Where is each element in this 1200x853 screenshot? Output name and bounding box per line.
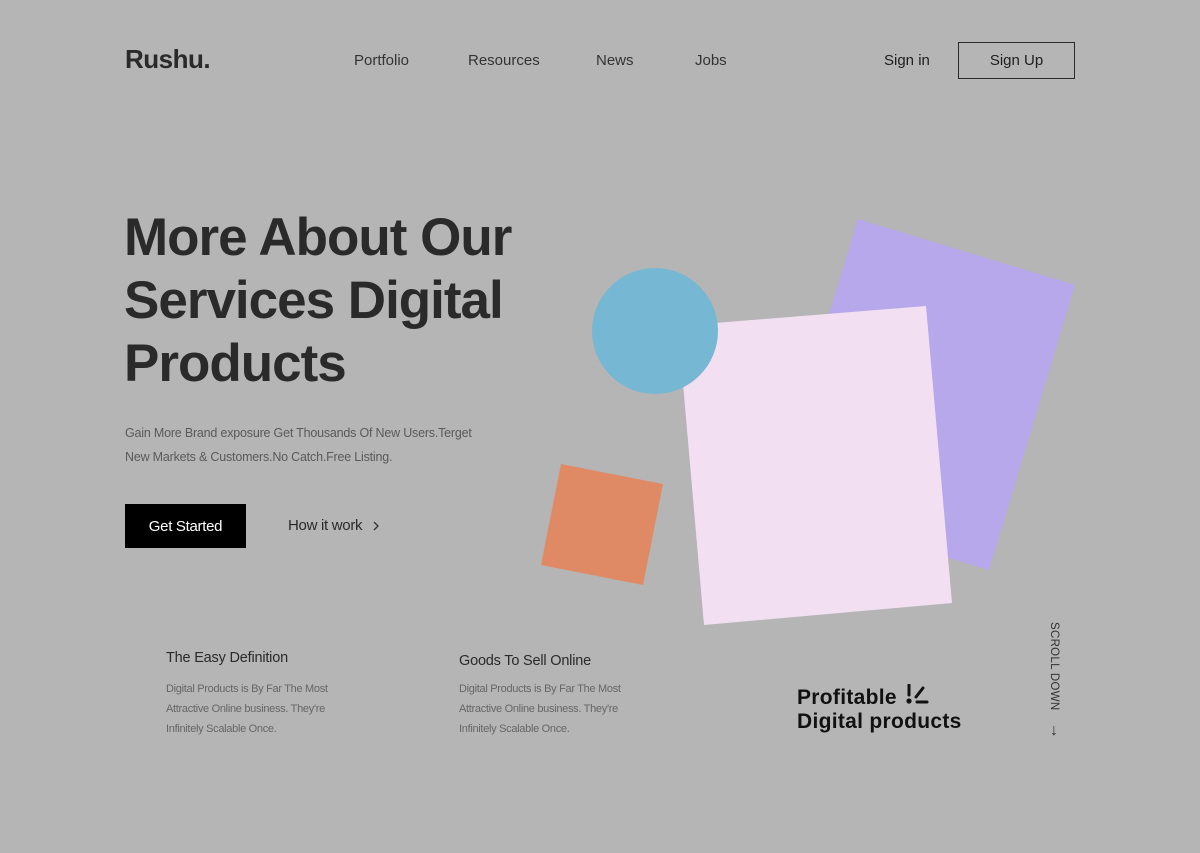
sign-in-link[interactable]: Sign in xyxy=(884,52,930,69)
how-it-works-label: How it work xyxy=(288,517,363,534)
nav-link-news[interactable]: News xyxy=(596,52,634,69)
feature-text-line: Digital Products is By Far The Most xyxy=(459,683,621,695)
feature-text-line: Infinitely Scalable Once. xyxy=(166,723,277,735)
feature-text: Digital Products is By Far The Most Attr… xyxy=(166,679,366,739)
orange-square-shape xyxy=(541,464,663,585)
sign-up-button[interactable]: Sign Up xyxy=(958,42,1075,79)
feature-goods-to-sell: Goods To Sell Online Digital Products is… xyxy=(459,653,659,739)
promo-line-text: Profitable xyxy=(797,686,897,709)
how-it-works-link[interactable]: How it work xyxy=(288,517,380,534)
feature-text-line: Infinitely Scalable Once. xyxy=(459,723,570,735)
hero-title: More About Our Services Digital Products xyxy=(124,206,564,395)
hero-title-line: More About Our xyxy=(124,208,512,267)
blue-circle-shape xyxy=(592,268,718,394)
feature-easy-definition: The Easy Definition Digital Products is … xyxy=(166,650,366,739)
nav-link-jobs[interactable]: Jobs xyxy=(695,52,727,69)
hero-description-line: Gain More Brand exposure Get Thousands O… xyxy=(125,426,472,440)
hero-title-line: Products xyxy=(124,334,347,393)
scroll-down-label[interactable]: SCROLL DOWN xyxy=(1048,622,1060,711)
feature-title: Goods To Sell Online xyxy=(459,653,591,669)
logo[interactable]: Rushu. xyxy=(125,44,211,75)
get-started-button[interactable]: Get Started xyxy=(125,504,246,548)
feature-text-line: Digital Products is By Far The Most xyxy=(166,683,328,695)
feature-text-line: Attractive Online business. They're xyxy=(459,703,618,715)
promo-line-1: Profitable xyxy=(797,684,962,710)
profitable-digital-products: Profitable Digital products xyxy=(797,684,962,734)
hero-description-line: New Markets & Customers.No Catch.Free Li… xyxy=(125,450,393,464)
hero-title-line: Services Digital xyxy=(124,271,504,330)
nav-link-resources[interactable]: Resources xyxy=(468,52,540,69)
feature-title: The Easy Definition xyxy=(166,650,288,666)
chevron-right-icon xyxy=(373,521,380,530)
hero-description: Gain More Brand exposure Get Thousands O… xyxy=(125,421,505,469)
arrow-down-icon[interactable]: ↓ xyxy=(1050,722,1058,740)
promo-line-2: Digital products xyxy=(797,710,962,733)
nav-link-portfolio[interactable]: Portfolio xyxy=(354,52,409,69)
sparkle-icon xyxy=(906,684,929,704)
pink-rectangle-shape xyxy=(678,306,952,625)
feature-text: Digital Products is By Far The Most Attr… xyxy=(459,679,659,739)
feature-text-line: Attractive Online business. They're xyxy=(166,703,325,715)
purple-square-shape xyxy=(771,219,1075,570)
